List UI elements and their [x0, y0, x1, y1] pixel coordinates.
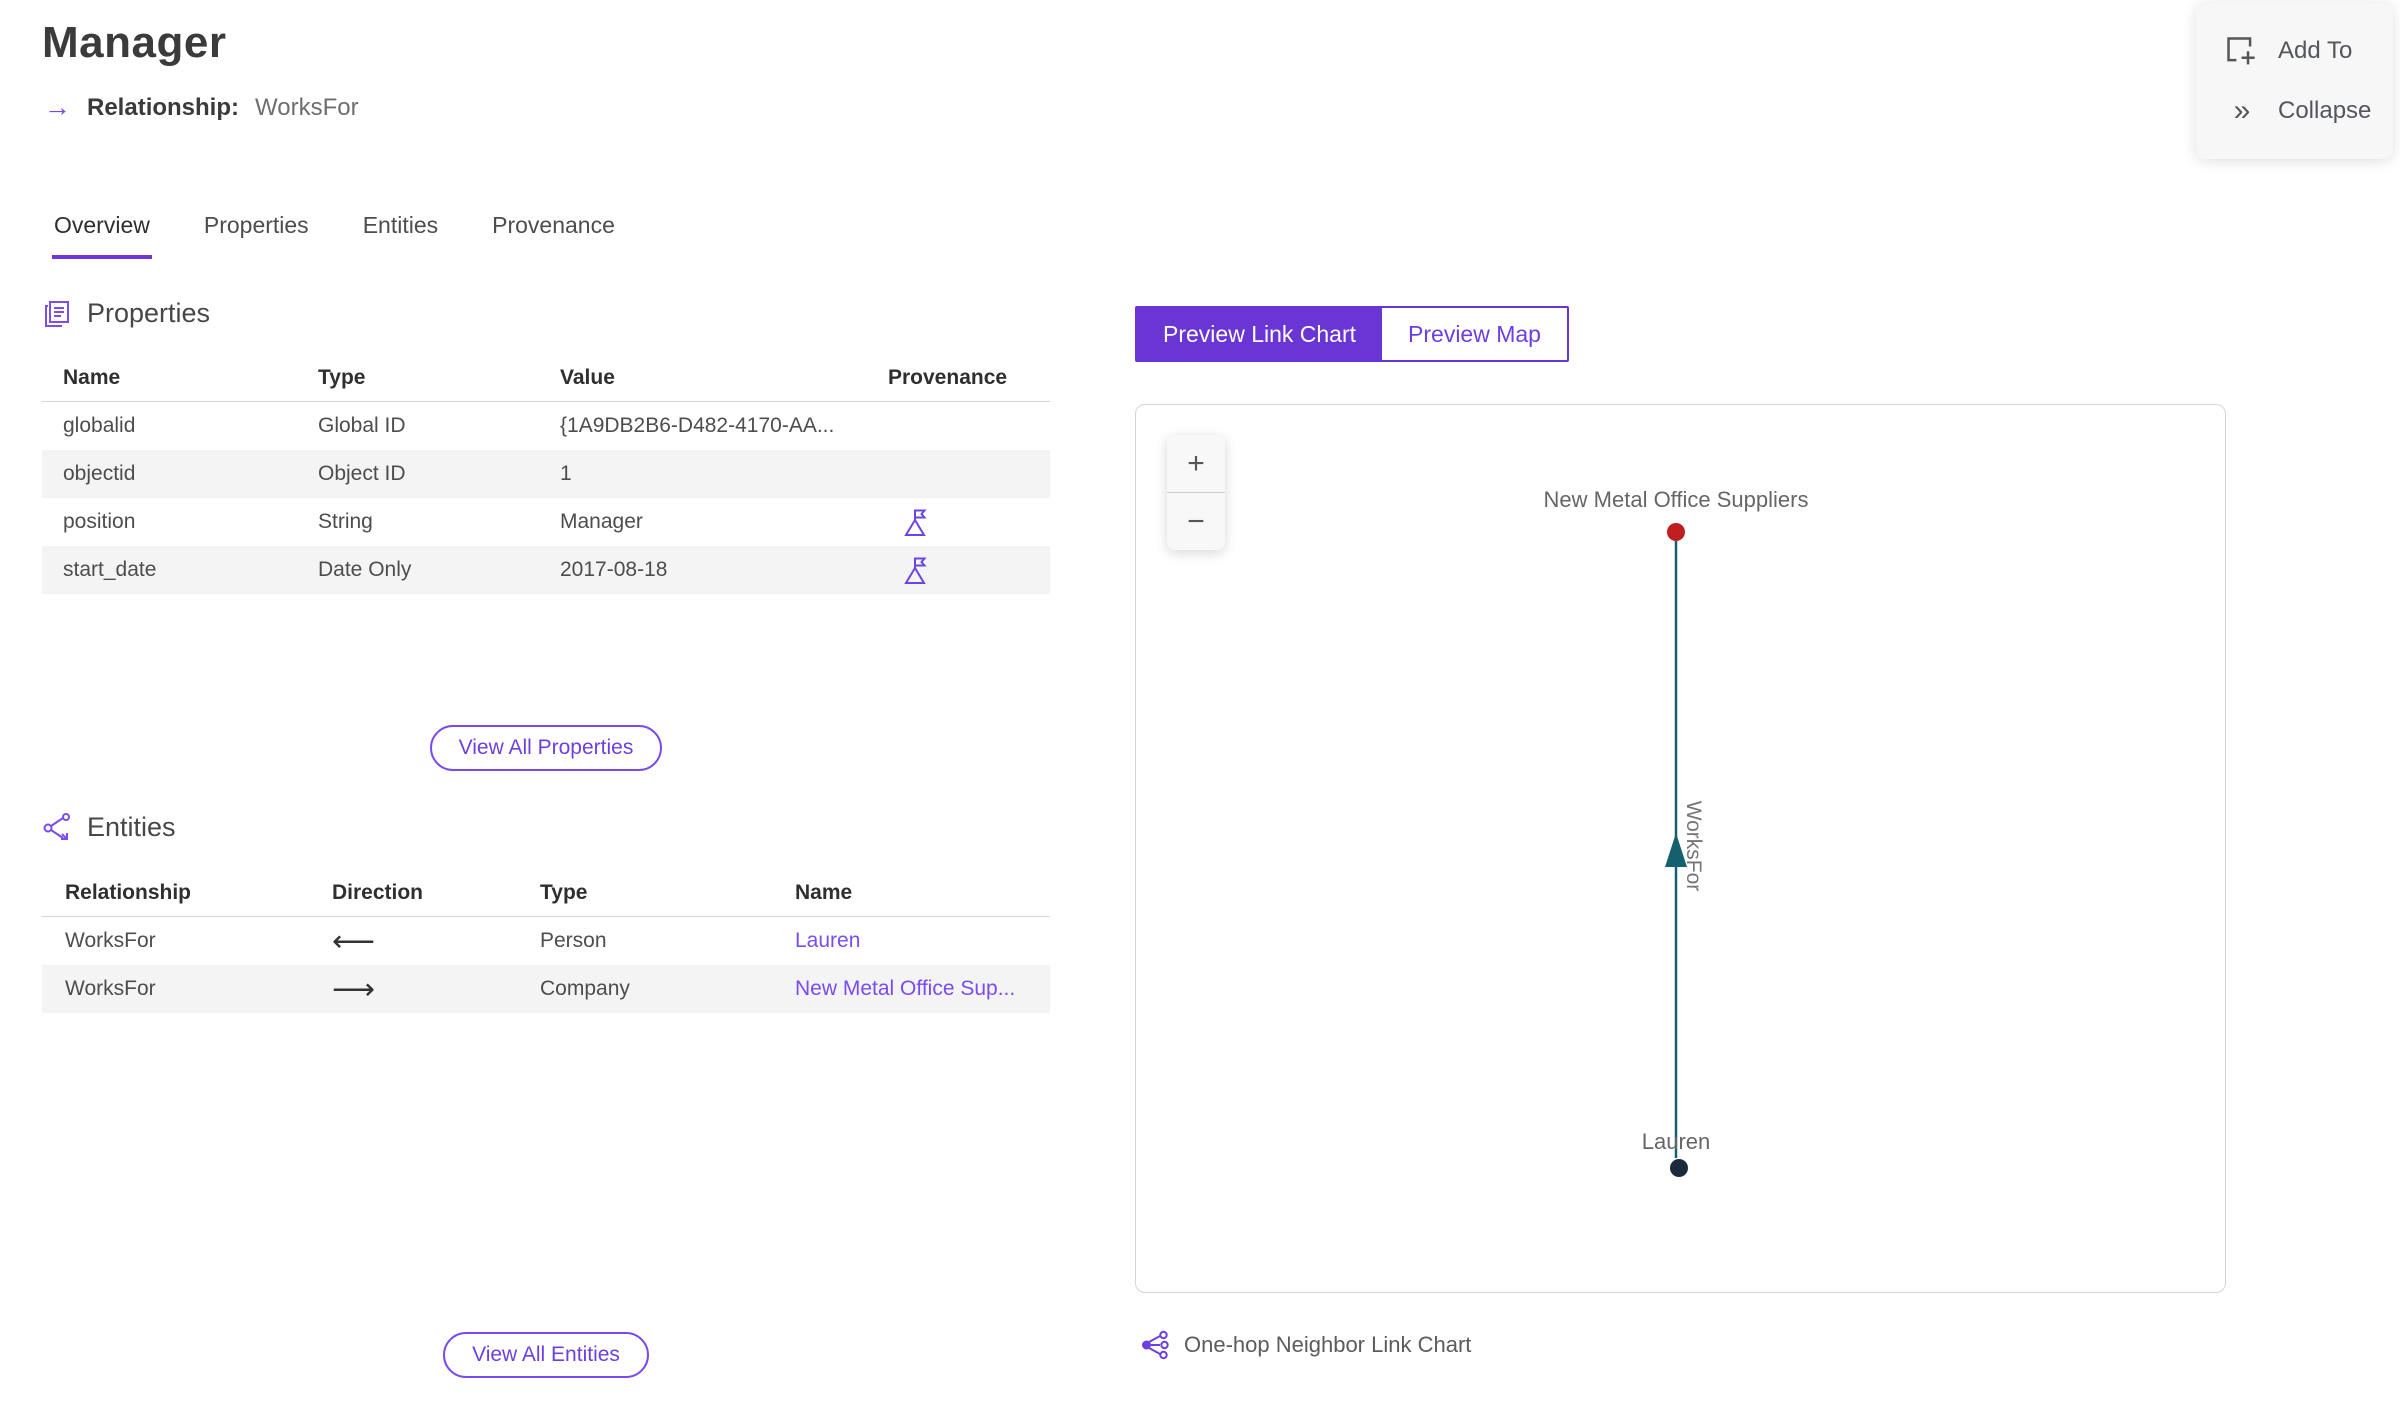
- direction-arrow-icon: ⟶: [332, 972, 376, 1006]
- provenance-flag-icon[interactable]: [902, 508, 929, 537]
- collapse-label: Collapse: [2278, 97, 2372, 124]
- properties-icon: [42, 299, 72, 329]
- entities-table-header: Relationship Direction Type Name: [42, 869, 1050, 917]
- col-header-direction: Direction: [332, 880, 424, 904]
- entity-type: Company: [540, 977, 630, 1000]
- add-to-icon: [2224, 34, 2258, 68]
- properties-section-heading: Properties: [42, 298, 210, 329]
- direction-arrow-icon: ⟵: [332, 924, 376, 958]
- tab-properties[interactable]: Properties: [202, 208, 311, 259]
- tab-overview[interactable]: Overview: [52, 208, 152, 259]
- properties-table-header: Name Type Value Provenance: [42, 354, 1050, 402]
- table-row: WorksFor ⟵ Person Lauren: [42, 917, 1050, 965]
- prop-type: Date Only: [318, 558, 412, 581]
- properties-section-title: Properties: [87, 298, 211, 328]
- relationship-label: Relationship:: [87, 93, 240, 121]
- chart-caption-label: One-hop Neighbor Link Chart: [1184, 1332, 1472, 1357]
- prop-value: 1: [560, 462, 572, 485]
- add-to-button[interactable]: Add To: [2224, 34, 2393, 68]
- col-header-type: Type: [318, 365, 366, 389]
- prop-type: Object ID: [318, 462, 406, 485]
- action-card: Add To » Collapse: [2196, 3, 2393, 159]
- edge-label: WorksFor: [1682, 801, 1705, 892]
- preview-toggle: Preview Link Chart Preview Map: [1135, 306, 1569, 362]
- relationship-subtitle: → Relationship: WorksFor: [44, 92, 359, 123]
- collapse-button[interactable]: » Collapse: [2224, 94, 2393, 128]
- node-dot-company[interactable]: [1667, 523, 1685, 541]
- preview-link-chart-button[interactable]: Preview Link Chart: [1137, 308, 1383, 360]
- entity-name-link[interactable]: New Metal Office Sup...: [772, 977, 1050, 1001]
- entities-icon: [42, 812, 72, 843]
- chart-caption: One-hop Neighbor Link Chart: [1140, 1330, 1471, 1360]
- col-header-name: Name: [63, 365, 121, 389]
- prop-provenance: [867, 508, 1050, 537]
- entities-table: Relationship Direction Type Name WorksFo…: [42, 869, 1050, 1013]
- table-row: WorksFor ⟶ Company New Metal Office Sup.…: [42, 965, 1050, 1013]
- entity-name-link[interactable]: Lauren: [772, 929, 1050, 953]
- prop-value: {1A9DB2B6-D482-4170-AA...: [560, 414, 835, 437]
- col-header-name: Name: [795, 880, 853, 904]
- prop-name: objectid: [63, 462, 136, 485]
- tab-bar: Overview Properties Entities Provenance: [52, 208, 617, 259]
- zoom-out-button[interactable]: −: [1167, 493, 1225, 550]
- col-header-value: Value: [560, 365, 615, 389]
- add-to-label: Add To: [2278, 37, 2353, 64]
- table-row: position String Manager: [42, 498, 1050, 546]
- node-dot-person[interactable]: [1670, 1159, 1688, 1177]
- provenance-flag-icon[interactable]: [902, 556, 929, 585]
- prop-type: Global ID: [318, 414, 406, 437]
- relationship-arrow-icon: →: [44, 92, 71, 122]
- table-row: start_date Date Only 2017-08-18: [42, 546, 1050, 594]
- zoom-in-button[interactable]: +: [1167, 435, 1225, 492]
- tab-entities[interactable]: Entities: [361, 208, 440, 259]
- node-label-company: New Metal Office Suppliers: [1544, 487, 1809, 512]
- prop-provenance: [867, 556, 1050, 585]
- entity-type: Person: [540, 929, 607, 952]
- preview-map-button[interactable]: Preview Map: [1382, 308, 1567, 360]
- link-chart-panel[interactable]: New Metal Office Suppliers WorksFor Laur…: [1135, 404, 2226, 1293]
- properties-table: Name Type Value Provenance globalid Glob…: [42, 354, 1050, 594]
- entity-relationship: WorksFor: [65, 977, 156, 1000]
- entities-section-title: Entities: [87, 812, 176, 842]
- page-title: Manager: [42, 18, 227, 67]
- entities-section-heading: Entities: [42, 812, 176, 843]
- prop-name: globalid: [63, 414, 136, 437]
- prop-value: Manager: [560, 510, 643, 533]
- col-header-type: Type: [540, 880, 588, 904]
- zoom-control: + −: [1167, 435, 1225, 550]
- view-all-entities-button[interactable]: View All Entities: [443, 1332, 649, 1378]
- view-all-properties-button[interactable]: View All Properties: [429, 725, 663, 771]
- col-header-provenance: Provenance: [888, 365, 1008, 389]
- prop-name: start_date: [63, 558, 157, 581]
- link-chart: New Metal Office Suppliers WorksFor Laur…: [1544, 487, 1809, 1177]
- relationship-value: WorksFor: [255, 93, 359, 121]
- tab-provenance[interactable]: Provenance: [490, 208, 617, 259]
- table-row: globalid Global ID {1A9DB2B6-D482-4170-A…: [42, 402, 1050, 450]
- col-header-relationship: Relationship: [65, 880, 192, 904]
- collapse-chevrons-icon: »: [2233, 94, 2251, 127]
- one-hop-network-icon: [1140, 1330, 1170, 1360]
- entity-relationship: WorksFor: [65, 929, 156, 952]
- prop-type: String: [318, 510, 373, 533]
- prop-value: 2017-08-18: [560, 558, 668, 581]
- prop-name: position: [63, 510, 136, 533]
- node-label-person: Lauren: [1642, 1129, 1711, 1154]
- table-row: objectid Object ID 1: [42, 450, 1050, 498]
